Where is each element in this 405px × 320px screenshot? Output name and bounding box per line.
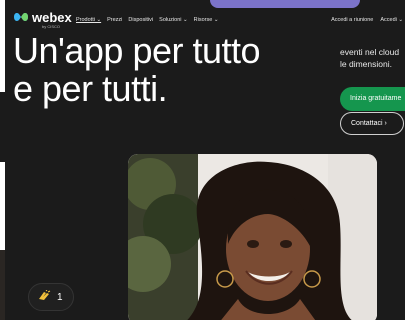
hero-panel: webex by CISCO Prodotti ⌄ Prezzi Disposi… (5, 0, 405, 320)
sign-in-link[interactable]: Accedi ⌄ (380, 17, 403, 23)
account-nav: Accedi a riunione Accedi ⌄ (331, 17, 403, 23)
arrow-right-icon: › (384, 120, 387, 127)
brand-name: webex (32, 10, 72, 25)
contact-us-label: Contattaci (351, 120, 383, 127)
reaction-badge: 1 (28, 283, 74, 311)
join-meeting-link[interactable]: Accedi a riunione (331, 17, 373, 23)
photo-illustration (128, 154, 377, 320)
contact-us-button[interactable]: Contattaci › (340, 112, 404, 135)
webex-logo[interactable]: webex by CISCO (13, 10, 72, 29)
nav-item-prezzi[interactable]: Prezzi (107, 17, 122, 23)
chevron-down-icon: ⌄ (183, 17, 188, 23)
hero-headline: Un'app per tutto e per tutti. (13, 30, 261, 109)
start-free-button[interactable]: Inizia gratuitame (340, 87, 405, 111)
chevron-down-icon: ⌄ (96, 17, 102, 23)
chevron-down-icon: ⌄ (398, 17, 403, 23)
description-line-1: eventi nel cloud (340, 47, 400, 57)
brand-by-cisco: by CISCO (42, 24, 61, 29)
nav-item-soluzioni[interactable]: Soluzioni ⌄ (159, 17, 187, 23)
nav-item-prodotti[interactable]: Prodotti ⌄ (76, 17, 101, 23)
clap-icon (37, 289, 51, 305)
reaction-count: 1 (57, 291, 63, 303)
decorative-shape (210, 0, 360, 8)
nav-item-dispositivi[interactable]: Dispositivi (128, 17, 153, 23)
headline-line-2: e per tutti. (13, 68, 168, 109)
hero-photo-woman-smiling (128, 154, 377, 320)
headline-line-1: Un'app per tutto (13, 30, 261, 71)
nav-item-risorse[interactable]: Risorse ⌄ (194, 17, 219, 23)
main-nav: Prodotti ⌄ Prezzi Dispositivi Soluzioni … (76, 17, 218, 23)
hero-description: eventi nel cloud le dimensioni. (340, 46, 399, 70)
webex-logo-icon (14, 13, 28, 21)
chevron-down-icon: ⌄ (213, 17, 219, 23)
description-line-2: le dimensioni. (340, 59, 392, 69)
